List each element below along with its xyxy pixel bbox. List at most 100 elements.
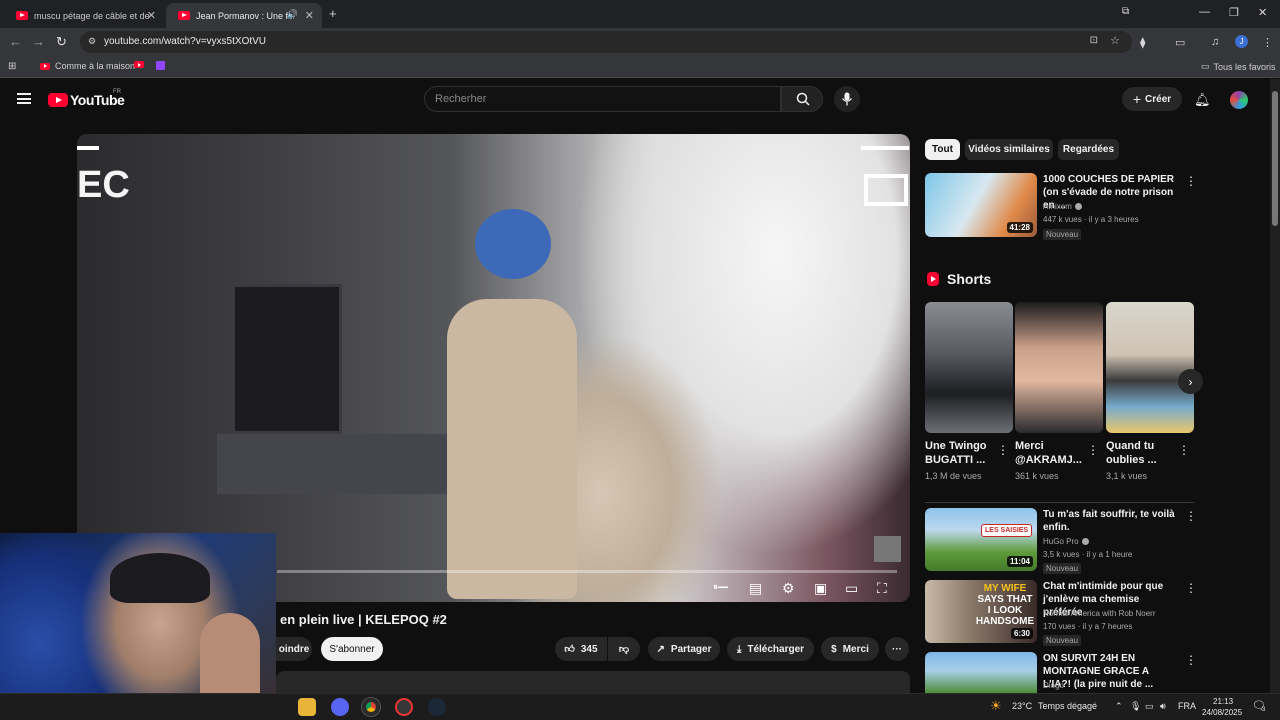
- video-thumbnail[interactable]: LES SAISIES 11:04: [925, 508, 1037, 571]
- chip-label: Tout: [932, 144, 953, 155]
- search-button[interactable]: [781, 86, 823, 112]
- video-progress-bar[interactable]: [277, 570, 897, 573]
- video-thumbnail[interactable]: 41:28: [925, 173, 1037, 237]
- video-options-icon[interactable]: ⋮: [1185, 174, 1197, 188]
- settings-gear-icon[interactable]: ⚙: [782, 580, 795, 597]
- file-explorer-icon[interactable]: [298, 698, 316, 716]
- youtube-logo-icon[interactable]: [48, 93, 68, 107]
- like-button[interactable]: 👍︎ 345: [555, 637, 607, 661]
- search-input[interactable]: [435, 93, 765, 105]
- shorts-next-button[interactable]: ›: [1178, 369, 1203, 394]
- bookmark-star-icon[interactable]: ☆: [1110, 34, 1120, 47]
- weather-temp[interactable]: 23°C: [1012, 701, 1032, 711]
- bookmark-twitch[interactable]: [156, 61, 165, 70]
- channel-name[interactable]: HuGo Pro: [1043, 537, 1089, 546]
- discord-icon[interactable]: [331, 698, 349, 716]
- notifications-bell-icon[interactable]: 🔔︎: [1194, 92, 1211, 108]
- clock-date[interactable]: 24/08/2025: [1202, 708, 1242, 717]
- short-options-icon[interactable]: ⋮: [997, 443, 1009, 457]
- video-options-icon[interactable]: ⋮: [1185, 653, 1197, 667]
- thanks-button[interactable]: $ Merci: [821, 637, 879, 661]
- steam-icon[interactable]: [428, 698, 446, 716]
- language-indicator[interactable]: FRA: [1178, 701, 1196, 711]
- tray-expand-icon[interactable]: ⌃: [1115, 701, 1123, 712]
- filter-chip-all[interactable]: Tout: [925, 139, 960, 160]
- channel-name[interactable]: Amixem: [1043, 202, 1082, 211]
- channel-name[interactable]: Diego: [1043, 681, 1064, 690]
- page-scrollbar[interactable]: [1270, 79, 1280, 696]
- volume-icon[interactable]: 🔊︎: [1160, 701, 1166, 712]
- site-info-icon[interactable]: ⚙: [88, 36, 96, 47]
- voice-search-button[interactable]: [834, 86, 860, 112]
- minimize-button[interactable]: —: [1199, 6, 1210, 18]
- search-box: [424, 86, 781, 112]
- video-options-icon[interactable]: ⋮: [1185, 581, 1197, 595]
- short-thumbnail[interactable]: [1015, 302, 1103, 433]
- theater-mode-icon[interactable]: ▭: [845, 580, 858, 597]
- video-thumbnail[interactable]: [925, 652, 1037, 693]
- miniplayer-icon[interactable]: ▣: [814, 580, 827, 597]
- clock-time[interactable]: 21:13: [1213, 697, 1233, 706]
- menu-icon[interactable]: [17, 93, 31, 104]
- install-app-icon[interactable]: ⊡: [1090, 35, 1098, 46]
- download-button[interactable]: ⤓ Télécharger: [727, 637, 814, 661]
- account-avatar[interactable]: [1230, 91, 1248, 109]
- forward-button[interactable]: →: [32, 34, 45, 49]
- new-tab-button[interactable]: +: [329, 6, 337, 21]
- chrome-icon[interactable]: [362, 698, 380, 716]
- channel-watermark[interactable]: [874, 536, 901, 562]
- chrome-menu-icon[interactable]: ⋮: [1262, 36, 1273, 49]
- reload-button[interactable]: ↻: [56, 34, 67, 50]
- obs-icon[interactable]: [395, 698, 413, 716]
- subtitles-icon[interactable]: ▤: [749, 580, 762, 597]
- maximize-button[interactable]: ❐: [1229, 6, 1239, 19]
- short-options-icon[interactable]: ⋮: [1087, 443, 1099, 457]
- browser-tab-2-active[interactable]: Jean Pormanov : Une fin tra 🔊 ✕: [166, 3, 322, 28]
- back-button[interactable]: ←: [9, 34, 22, 49]
- short-options-icon[interactable]: ⋮: [1178, 443, 1190, 457]
- weather-icon[interactable]: ☀: [990, 698, 1002, 714]
- channel-name[interactable]: Normal America with Rob Noerr: [1043, 609, 1155, 618]
- video-thumbnail[interactable]: MY WIFE SAYS THAT I LOOK HANDSOME 6:30: [925, 580, 1037, 643]
- weather-label[interactable]: Temps dégagé: [1038, 701, 1097, 711]
- share-button[interactable]: ↗ Partager: [648, 637, 720, 661]
- video-title-link[interactable]: Tu m'as fait souffrir, te voilà enfin.: [1043, 508, 1178, 534]
- create-label: Créer: [1145, 93, 1172, 105]
- short-thumbnail[interactable]: [1106, 302, 1194, 433]
- apps-grid-icon[interactable]: ⊞: [8, 61, 16, 72]
- audio-playing-icon[interactable]: 🔊: [287, 9, 298, 20]
- video-options-icon[interactable]: ⋮: [1185, 509, 1197, 523]
- bookmark-item[interactable]: Comme à la maison: [40, 61, 135, 71]
- bookmark-youtube[interactable]: [134, 61, 149, 68]
- more-actions-button[interactable]: ···: [885, 637, 909, 661]
- join-button[interactable]: oindre: [276, 637, 312, 661]
- dislike-button[interactable]: 👎︎: [608, 637, 640, 661]
- media-controls-icon[interactable]: ♫: [1211, 36, 1219, 48]
- close-tab-icon[interactable]: ✕: [147, 9, 156, 22]
- browser-tab-1[interactable]: muscu pétage de câble et de p ✕: [4, 3, 164, 28]
- scrollbar-thumb[interactable]: [1272, 91, 1278, 226]
- address-bar[interactable]: ⚙ youtube.com/watch?v=vyxs5tXOtVU ⊡ ☆: [80, 31, 1132, 53]
- short-title[interactable]: Une Twingo BUGATTI ...: [925, 439, 995, 467]
- create-button[interactable]: + Créer: [1122, 87, 1182, 111]
- tab-search-icon[interactable]: ⧉: [1122, 6, 1129, 17]
- thanks-label: Merci: [842, 643, 869, 655]
- filter-chip-similar[interactable]: Vidéos similaires: [965, 139, 1053, 160]
- side-panel-icon[interactable]: ▭: [1175, 36, 1185, 49]
- close-window-button[interactable]: ✕: [1258, 6, 1267, 19]
- description-box[interactable]: [276, 671, 910, 693]
- microphone-tray-icon[interactable]: 🎙︎: [1130, 701, 1141, 712]
- short-title[interactable]: Quand tu oublies ...: [1106, 439, 1176, 467]
- autoplay-toggle-icon[interactable]: ⏸━: [713, 582, 728, 593]
- short-thumbnail[interactable]: [925, 302, 1013, 433]
- close-tab-icon[interactable]: ✕: [305, 9, 314, 22]
- all-bookmarks[interactable]: ▭ Tous les favoris: [1201, 61, 1276, 72]
- network-icon[interactable]: ▭: [1145, 701, 1154, 712]
- extensions-icon[interactable]: ⧫: [1140, 36, 1145, 49]
- subscribe-button[interactable]: S'abonner: [321, 637, 383, 661]
- profile-icon[interactable]: J: [1235, 35, 1248, 48]
- video-player[interactable]: EC ⏸━ ▤ ⚙ ▣ ▭ ⛶: [77, 134, 910, 602]
- short-title[interactable]: Merci @AKRAMJ...: [1015, 439, 1085, 467]
- fullscreen-icon[interactable]: ⛶: [877, 580, 887, 597]
- filter-chip-watched[interactable]: Regardées: [1058, 139, 1119, 160]
